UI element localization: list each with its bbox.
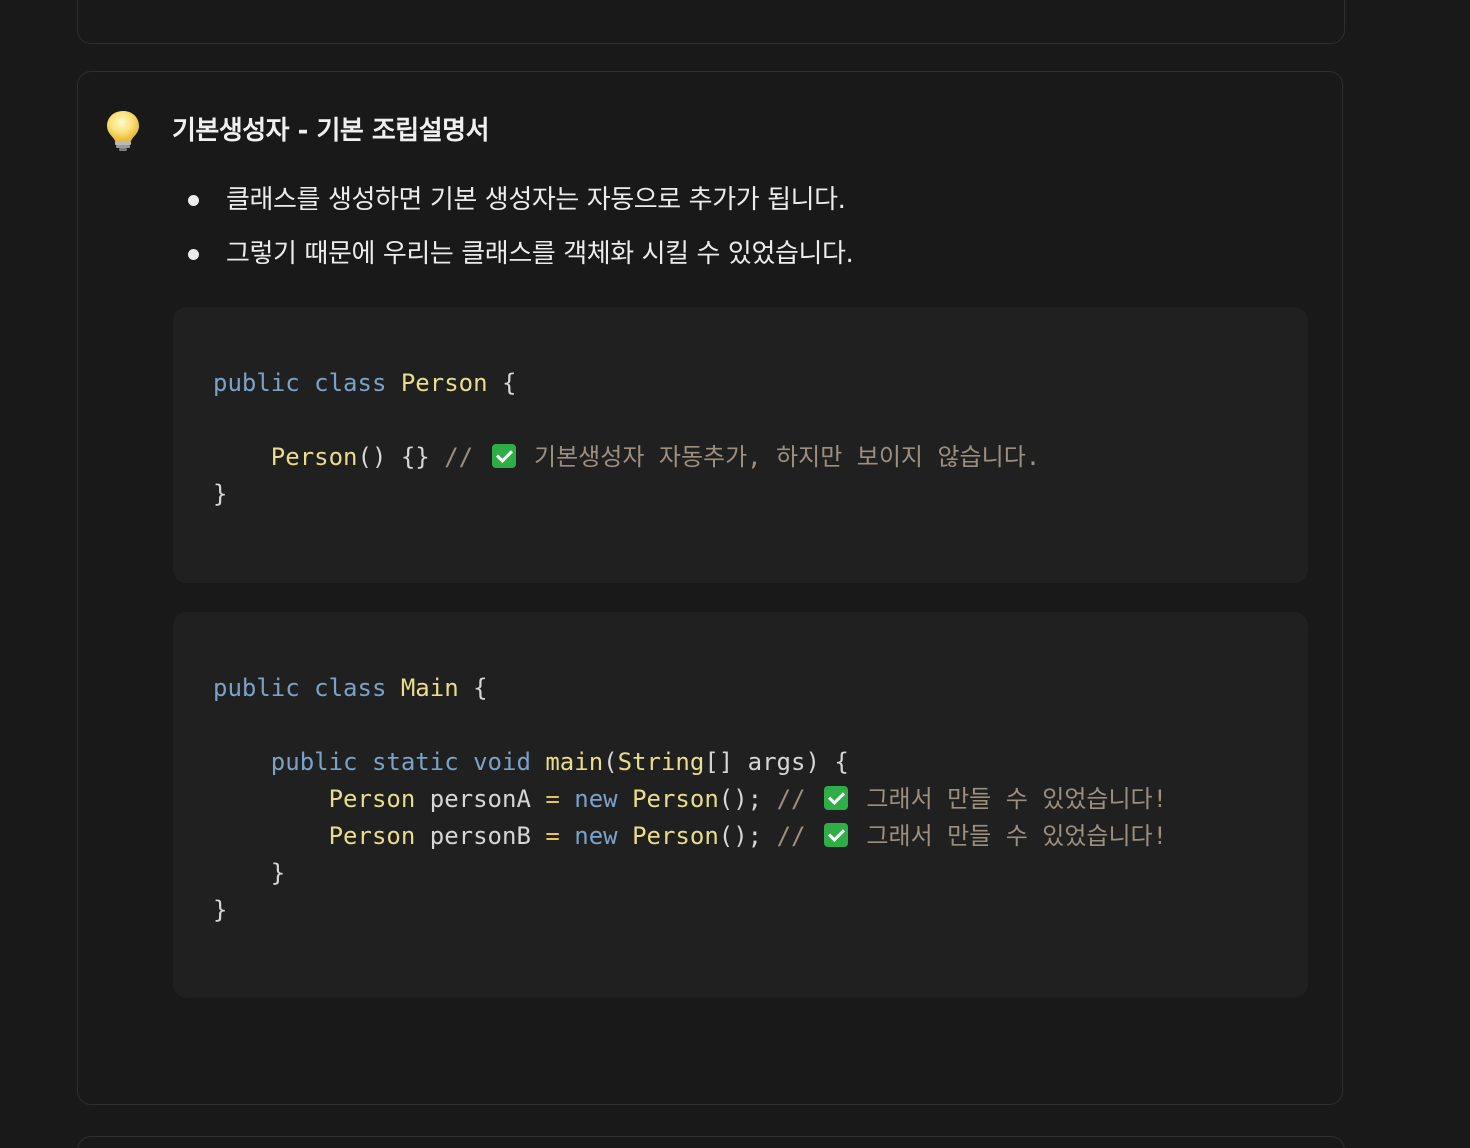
code-punctuation: () {} [357,443,430,471]
type-name: String [617,748,705,776]
code-line: } [213,855,1268,892]
list-item-text: 클래스를 생성하면 기본 생성자는 자동으로 추가가 됩니다. [226,185,846,215]
keyword: void [473,748,531,776]
code-comment: 그래서 만들 수 있었습니다! [866,822,1168,850]
code-block-main[interactable]: public class Main { public static void m… [173,612,1308,998]
code-punctuation: ( [603,748,618,776]
class-name: Person [400,369,488,397]
class-name: Main [400,674,459,702]
bullet-dot [188,249,199,260]
keyword: new [574,822,618,850]
brace: { [502,369,517,397]
list-item: 클래스를 생성하면 기본 생성자는 자동으로 추가가 됩니다. [188,180,853,234]
code-line: public class Person { [213,365,1268,402]
keyword: class [314,674,387,702]
next-block [77,1136,1345,1148]
list-item: 그렇기 때문에 우리는 클래스를 객체화 시킬 수 있었습니다. [188,234,854,288]
code-line: Person personB = new Person(); // 그래서 만들… [213,818,1268,855]
constructor-name: Person [270,443,358,471]
callout-block: 기본생성자 - 기본 조립설명서 클래스를 생성하면 기본 생성자는 자동으로 … [77,71,1343,1105]
brace: } [213,896,228,924]
comment-marker: // [776,785,806,813]
variable-name: personA [429,785,531,813]
brace: { [473,674,488,702]
code-comment: 그래서 만들 수 있었습니다! [866,785,1168,813]
keyword: new [574,785,618,813]
previous-block [77,0,1345,44]
keyword: static [371,748,459,776]
code-punctuation: (); [718,822,763,850]
code-line: } [213,892,1268,929]
code-line: public static void main(String[] args) { [213,744,1268,781]
list-item-text: 그렇기 때문에 우리는 클래스를 객체화 시킬 수 있었습니다. [226,239,854,269]
code-line: Person personA = new Person(); // 그래서 만들… [213,781,1268,818]
operator: = [545,785,560,813]
constructor-name: Person [632,822,719,850]
lightbulb-icon [107,111,139,151]
keyword: public [213,674,300,702]
code-line: Person() {} // 기본생성자 자동추가, 하지만 보이지 않습니다. [213,439,1268,476]
bullet-list: 클래스를 생성하면 기본 생성자는 자동으로 추가가 됩니다. 그렇기 때문에 … [188,180,854,288]
code-comment: 기본생성자 자동추가, 하지만 보이지 않습니다. [534,443,1041,471]
code-line: public class Main { [213,670,1268,707]
callout-title: 기본생성자 - 기본 조립설명서 [172,116,490,146]
method-name: main [545,748,604,776]
code-block-person[interactable]: public class Person { Person() {} // 기본생… [173,307,1308,583]
comment-marker: // [444,443,474,471]
keyword: public [270,748,358,776]
type-name: Person [328,822,416,850]
constructor-name: Person [632,785,719,813]
comment-marker: // [776,822,806,850]
code-line: } [213,476,1268,513]
check-mark-icon [491,444,516,468]
variable-name: personB [429,822,531,850]
code-punctuation: (); [718,785,763,813]
page: 기본생성자 - 기본 조립설명서 클래스를 생성하면 기본 생성자는 자동으로 … [0,0,1470,1148]
bullet-dot [188,195,199,206]
brace: } [213,480,228,508]
brace: } [270,859,286,887]
keyword: public [213,369,300,397]
keyword: class [314,369,387,397]
check-mark-icon [823,823,848,847]
type-name: Person [328,785,416,813]
check-mark-icon [823,786,848,810]
operator: = [545,822,560,850]
code-punctuation: [] args) { [704,748,849,776]
